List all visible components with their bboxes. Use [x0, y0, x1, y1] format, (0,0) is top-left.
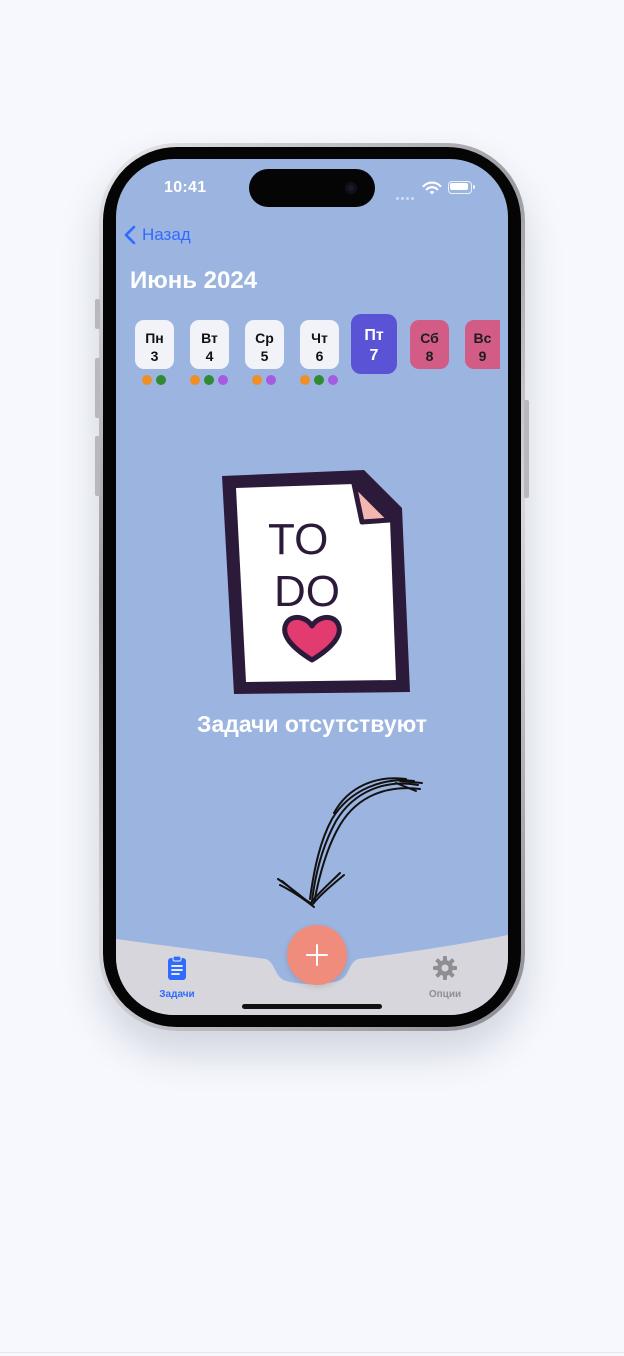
- task-dot: [218, 375, 228, 385]
- volume-down-button: [95, 436, 100, 496]
- day-chip-tue[interactable]: Вт 4: [190, 320, 229, 369]
- gear-icon: [433, 956, 457, 980]
- cellular-signal-icon: [396, 187, 416, 205]
- task-dot: [252, 375, 262, 385]
- task-dot: [266, 375, 276, 385]
- task-dot: [156, 375, 166, 385]
- day-name: Пн: [145, 330, 164, 346]
- battery-icon: [448, 181, 475, 194]
- day-name: Сб: [420, 330, 439, 346]
- day-date: 7: [369, 347, 379, 364]
- task-dots-thu: [300, 375, 342, 385]
- day-chip-sun[interactable]: Вс 9: [465, 320, 500, 369]
- day-chip-thu[interactable]: Чт 6: [300, 320, 339, 369]
- empty-state-message: Задачи отсутствуют: [197, 711, 427, 737]
- task-dots-wed: [252, 375, 280, 385]
- day-chip-mon[interactable]: Пн 3: [135, 320, 174, 369]
- day-name: Ср: [255, 330, 274, 346]
- clipboard-icon: [168, 955, 186, 980]
- task-dot: [142, 375, 152, 385]
- task-dot: [328, 375, 338, 385]
- day-date: 4: [205, 348, 214, 364]
- tab-tasks[interactable]: Задачи: [142, 955, 212, 1000]
- day-date: 3: [150, 348, 159, 364]
- day-chip-wed[interactable]: Ср 5: [245, 320, 284, 369]
- day-name: Пт: [364, 327, 384, 344]
- day-date: 9: [478, 348, 487, 364]
- task-dot: [314, 375, 324, 385]
- todo-line1: TO: [268, 515, 328, 564]
- day-date: 8: [425, 348, 434, 364]
- power-button: [524, 400, 529, 498]
- day-date: 5: [260, 348, 269, 364]
- tab-options[interactable]: Опции: [410, 955, 480, 1000]
- month-title: Июнь 2024: [130, 267, 258, 294]
- day-name: Вт: [201, 330, 218, 346]
- back-button[interactable]: Назад: [124, 223, 191, 247]
- day-chip-fri-selected[interactable]: Пт 7: [351, 314, 397, 374]
- day-name: Вс: [473, 330, 492, 346]
- task-dots-mon: [142, 375, 170, 385]
- volume-up-button: [95, 358, 100, 418]
- tab-tasks-label: Задачи: [159, 989, 195, 1000]
- todo-line2: DO: [274, 567, 340, 616]
- task-dots-tue: [190, 375, 232, 385]
- camera-icon: [345, 182, 357, 194]
- add-task-button[interactable]: [287, 925, 347, 985]
- app-screen: 10:41 Назад Июнь 2024 Пн 3 Вт 4 Ср 5 Чт …: [116, 159, 508, 1015]
- day-name: Чт: [311, 330, 328, 346]
- status-time: 10:41: [164, 179, 207, 196]
- task-dot: [190, 375, 200, 385]
- action-button: [95, 299, 100, 329]
- pointer-arrow-illustration: [277, 777, 423, 908]
- day-date: 6: [315, 348, 324, 364]
- task-dot: [300, 375, 310, 385]
- task-dot: [204, 375, 214, 385]
- page-divider: [0, 1352, 624, 1353]
- todo-note-illustration: TO DO: [222, 470, 410, 694]
- status-icons: [396, 180, 476, 200]
- back-label: Назад: [142, 225, 191, 244]
- dynamic-island: [249, 169, 375, 207]
- wifi-icon: [422, 181, 442, 195]
- home-indicator: [242, 1004, 382, 1009]
- chevron-left-icon: [124, 225, 136, 245]
- page: 10:41 Назад Июнь 2024 Пн 3 Вт 4 Ср 5 Чт …: [0, 0, 624, 1356]
- tab-options-label: Опции: [428, 989, 462, 1000]
- day-chip-sat[interactable]: Сб 8: [410, 320, 449, 369]
